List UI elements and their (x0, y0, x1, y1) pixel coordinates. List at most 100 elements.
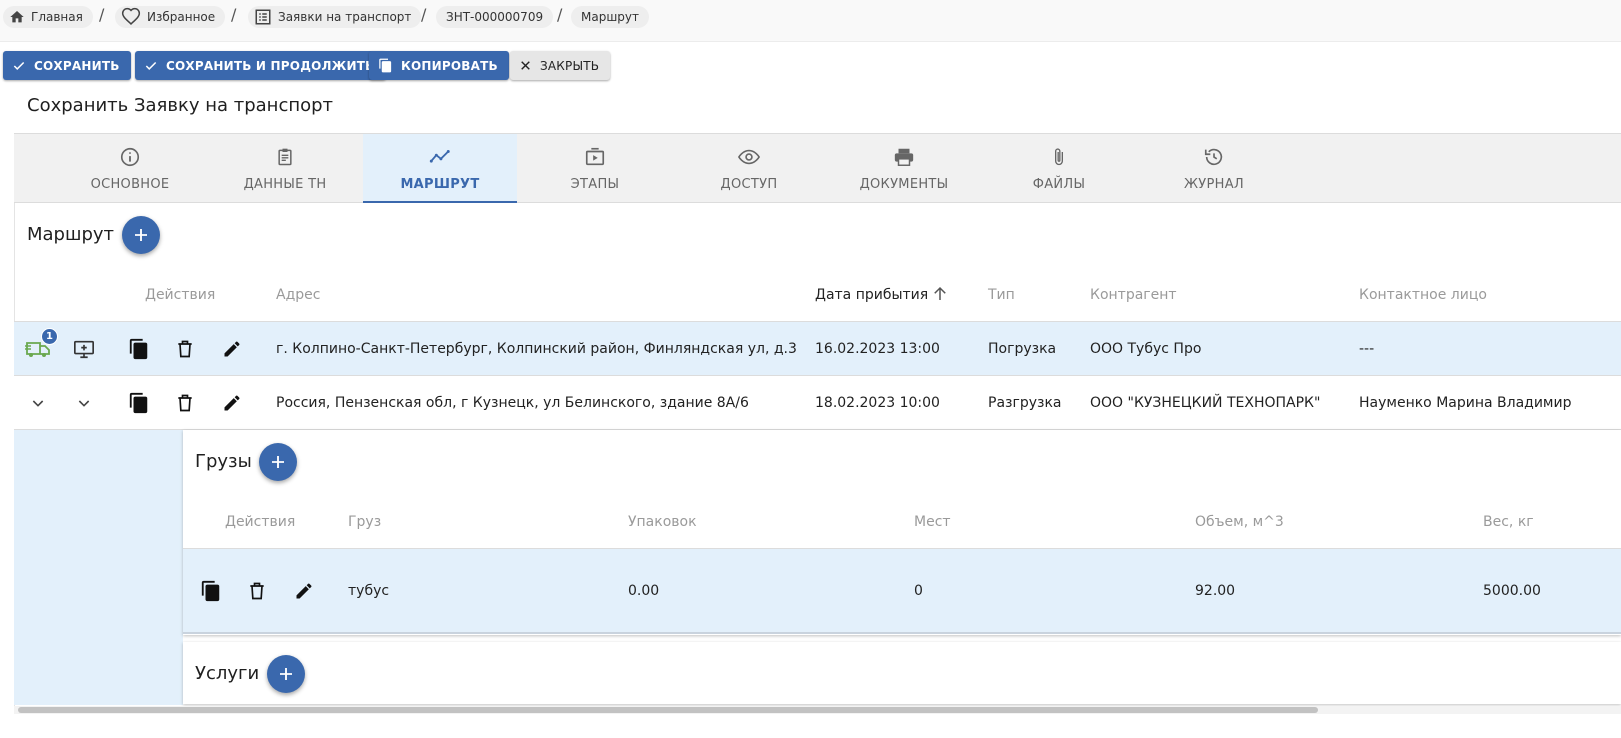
column-header-places[interactable]: Мест (914, 514, 951, 530)
tab-label: ФАЙЛЫ (1032, 177, 1086, 192)
column-header-cargo[interactable]: Груз (348, 514, 381, 530)
route-arrival: 16.02.2023 13:00 (815, 341, 940, 357)
check-icon (13, 61, 25, 70)
copy-icon[interactable] (199, 579, 223, 603)
tab-files[interactable]: ФАЙЛЫ (982, 134, 1136, 203)
route-title: Маршрут (27, 224, 115, 245)
route-contact: Науменко Марина Владимир (1359, 395, 1572, 411)
horizontal-scrollbar[interactable] (14, 706, 1621, 714)
cargo-title: Грузы (195, 451, 252, 472)
tab-route[interactable]: МАРШРУТ (363, 134, 517, 203)
copy-icon[interactable] (127, 391, 151, 415)
paperclip-icon (1055, 148, 1063, 166)
column-header-volume[interactable]: Объем, м^3 (1195, 514, 1284, 530)
breadcrumb-request-number[interactable]: ЗНТ-000000709 (436, 6, 554, 28)
edit-icon[interactable] (220, 337, 244, 361)
column-header-packages[interactable]: Упаковок (628, 514, 697, 530)
tab-tn-data[interactable]: ДАННЫЕ ТН (208, 134, 362, 203)
save-button-label: СОХРАНИТЬ (34, 58, 120, 73)
add-service-button[interactable] (267, 655, 305, 693)
breadcrumb-label: Главная (31, 10, 83, 24)
tab-access[interactable]: ДОСТУП (672, 134, 826, 203)
scrollbar-thumb[interactable] (18, 707, 1318, 713)
printer-icon (894, 148, 914, 166)
column-header-arrival[interactable]: Дата прибытия (815, 287, 928, 303)
tab-main[interactable]: ОСНОВНОЕ (53, 134, 207, 203)
breadcrumb-label: Заявки на транспорт (278, 10, 412, 24)
tab-label: ДОСТУП (720, 177, 778, 192)
expanded-row-indent (14, 430, 183, 705)
column-header-actions: Действия (145, 287, 216, 303)
chevron-down-icon[interactable] (26, 391, 50, 415)
breadcrumb-separator: / (99, 5, 105, 24)
delete-icon[interactable] (173, 391, 197, 415)
breadcrumb-label: Маршрут (581, 10, 640, 24)
cargo-name: тубус (348, 583, 390, 599)
tab-stages[interactable]: ЭТАПЫ (518, 134, 672, 203)
breadcrumb-label: ЗНТ-000000709 (446, 10, 544, 24)
save-button[interactable]: СОХРАНИТЬ (3, 51, 131, 80)
chevron-down-icon[interactable] (72, 391, 96, 415)
tab-label: ДАННЫЕ ТН (243, 177, 327, 192)
page-title: Сохранить Заявку на транспорт (27, 95, 334, 116)
delete-icon[interactable] (245, 579, 269, 603)
edit-icon[interactable] (292, 579, 316, 603)
cargo-packages: 0.00 (628, 583, 660, 599)
info-icon (120, 147, 140, 167)
route-contact: --- (1359, 341, 1375, 357)
copy-icon (379, 58, 392, 73)
list-icon (255, 9, 271, 25)
breadcrumb-separator: / (231, 5, 237, 24)
breadcrumb-separator: / (421, 5, 427, 24)
home-icon (10, 11, 24, 23)
add-route-point-button[interactable] (122, 216, 160, 254)
breadcrumb-favorites[interactable]: Избранное (115, 6, 226, 28)
route-counterparty: ООО Тубус Про (1090, 341, 1202, 357)
plus-icon (280, 668, 292, 680)
copy-icon[interactable] (127, 337, 151, 361)
close-icon (521, 61, 530, 70)
breadcrumb-requests[interactable]: Заявки на транспорт (248, 6, 422, 28)
breadcrumb-label: Избранное (147, 10, 216, 24)
cargo-weight: 5000.00 (1483, 583, 1541, 599)
column-header-weight[interactable]: Вес, кг (1483, 514, 1534, 530)
copy-button-label: КОПИРОВАТЬ (401, 58, 498, 73)
add-cargo-button[interactable] (259, 443, 297, 481)
route-arrival: 18.02.2023 10:00 (815, 395, 940, 411)
services-panel (183, 642, 1621, 704)
plus-icon (272, 456, 284, 468)
route-type: Погрузка (988, 341, 1057, 357)
tab-bar: ОСНОВНОЕ ДАННЫЕ ТН МАРШРУТ ЭТАПЫ ДОСТУП … (14, 133, 1621, 203)
clipboard-icon (278, 148, 292, 166)
sort-ascending-icon[interactable] (931, 285, 949, 303)
add-to-screen-icon[interactable] (72, 337, 96, 361)
cargo-volume: 92.00 (1195, 583, 1236, 599)
column-header-contact[interactable]: Контактное лицо (1359, 287, 1487, 303)
breadcrumb-home[interactable]: Главная (3, 6, 93, 28)
heart-icon (121, 7, 141, 25)
copy-button[interactable]: КОПИРОВАТЬ (369, 51, 509, 80)
tab-label: ДОКУМЕНТЫ (859, 177, 949, 192)
column-header-counterparty[interactable]: Контрагент (1090, 287, 1177, 303)
tab-journal[interactable]: ЖУРНАЛ (1137, 134, 1291, 203)
save-continue-button[interactable]: СОХРАНИТЬ И ПРОДОЛЖИТЬ (135, 51, 386, 80)
route-type: Разгрузка (988, 395, 1062, 411)
tab-documents[interactable]: ДОКУМЕНТЫ (827, 134, 981, 203)
breadcrumb-route[interactable]: Маршрут (571, 6, 650, 28)
history-icon (1204, 148, 1223, 166)
cargo-count-badge: 1 (41, 328, 58, 345)
close-button[interactable]: ЗАКРЫТЬ (510, 51, 611, 80)
tab-label: ЖУРНАЛ (1183, 177, 1244, 192)
table-row[interactable] (183, 548, 1621, 634)
route-counterparty: ООО "КУЗНЕЦКИЙ ТЕХНОПАРК" (1090, 395, 1321, 411)
plus-icon (135, 229, 147, 241)
save-continue-button-label: СОХРАНИТЬ И ПРОДОЛЖИТЬ (166, 58, 375, 73)
tab-label: ОСНОВНОЕ (90, 177, 170, 192)
column-header-address[interactable]: Адрес (276, 287, 320, 303)
route-icon (429, 150, 450, 163)
column-header-actions: Действия (225, 514, 296, 530)
tab-label: ЭТАПЫ (570, 177, 620, 192)
delete-icon[interactable] (173, 337, 197, 361)
column-header-type[interactable]: Тип (988, 287, 1015, 303)
edit-icon[interactable] (220, 391, 244, 415)
